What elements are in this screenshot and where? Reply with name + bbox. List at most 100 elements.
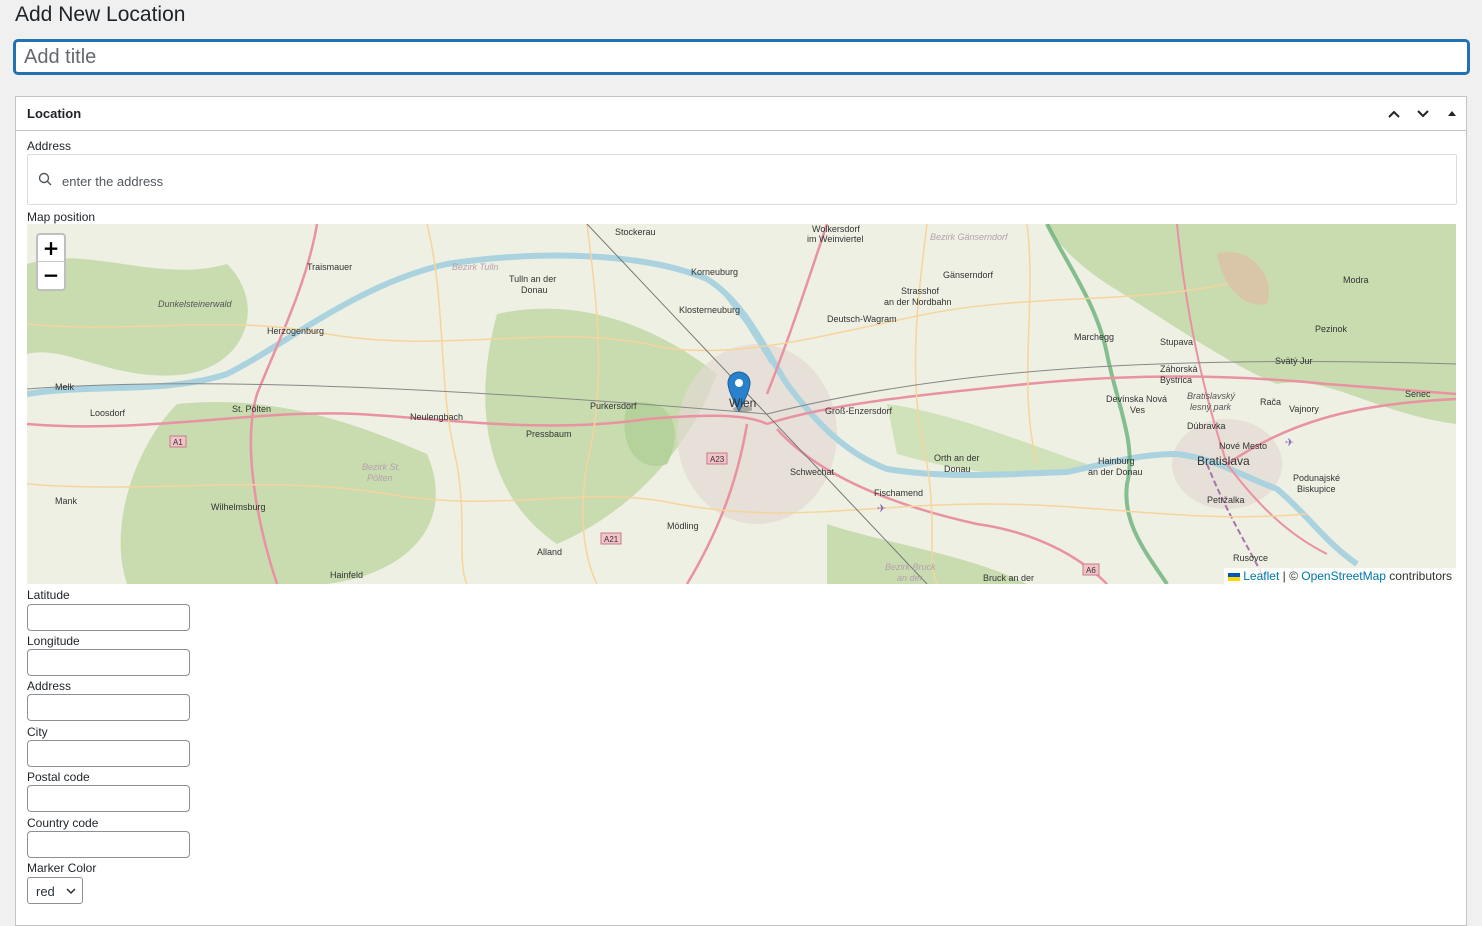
svg-text:St. Pölten: St. Pölten <box>232 404 271 414</box>
svg-text:Fischamend: Fischamend <box>874 488 923 498</box>
attribution-separator: | © <box>1279 569 1302 583</box>
city-input[interactable] <box>27 740 190 767</box>
postal-code-input[interactable] <box>27 785 190 812</box>
map-position-label: Map position <box>27 210 96 224</box>
svg-text:Stupava: Stupava <box>1160 337 1193 347</box>
svg-text:Alland: Alland <box>537 547 562 557</box>
svg-text:Bratislavský: Bratislavský <box>1187 391 1236 401</box>
svg-text:Dúbravka: Dúbravka <box>1187 421 1226 431</box>
svg-text:Petržalka: Petržalka <box>1207 495 1245 505</box>
svg-text:Gänserndorf: Gänserndorf <box>943 270 994 280</box>
map[interactable]: Stockerau Wolkersdorf im Weinviertel Bez… <box>27 224 1456 584</box>
svg-text:Bezirk Gänserndorf: Bezirk Gänserndorf <box>930 232 1009 242</box>
toggle-panel-icon[interactable] <box>1440 103 1464 125</box>
attribution-suffix: contributors <box>1385 569 1452 583</box>
svg-text:Hainburg: Hainburg <box>1098 456 1135 466</box>
svg-text:Strasshof: Strasshof <box>901 286 940 296</box>
svg-text:Záhorská: Záhorská <box>1160 364 1198 374</box>
svg-text:Podunajské: Podunajské <box>1293 473 1340 483</box>
postal-code-label: Postal code <box>27 770 90 784</box>
svg-text:A6: A6 <box>1086 566 1096 575</box>
longitude-input[interactable] <box>27 649 190 676</box>
metabox-title: Location <box>27 106 82 121</box>
svg-text:Hainfeld: Hainfeld <box>330 570 363 580</box>
ukraine-flag-icon <box>1228 572 1241 581</box>
longitude-label: Longitude <box>27 634 80 648</box>
svg-text:Donau: Donau <box>944 464 971 474</box>
svg-text:✈: ✈ <box>877 503 886 515</box>
svg-text:im Weinviertel: im Weinviertel <box>807 234 863 244</box>
leaflet-link[interactable]: Leaflet <box>1243 569 1279 583</box>
marker-city-label: Wien <box>729 396 757 410</box>
svg-text:Melk: Melk <box>55 382 75 392</box>
svg-text:Ves: Ves <box>1130 405 1146 415</box>
svg-text:an der: an der <box>897 573 924 583</box>
address-search-box[interactable] <box>27 154 1457 205</box>
openstreetmap-link[interactable]: OpenStreetMap <box>1301 569 1386 583</box>
svg-text:Pezinok: Pezinok <box>1315 324 1348 334</box>
marker-color-value: red <box>36 884 55 899</box>
svg-text:Wolkersdorf: Wolkersdorf <box>812 224 860 234</box>
svg-text:Bezirk Tulln: Bezirk Tulln <box>452 262 498 272</box>
page-title: Add New Location <box>15 3 186 26</box>
svg-text:Klosterneuburg: Klosterneuburg <box>679 305 740 315</box>
svg-text:Mank: Mank <box>55 496 78 506</box>
svg-text:Biskupice: Biskupice <box>1297 484 1336 494</box>
latitude-label: Latitude <box>27 588 70 602</box>
country-code-input[interactable] <box>27 831 190 858</box>
svg-text:Pölten: Pölten <box>367 473 393 483</box>
svg-text:Korneuburg: Korneuburg <box>691 267 738 277</box>
svg-text:Vajnory: Vajnory <box>1289 404 1319 414</box>
svg-text:Purkersdorf: Purkersdorf <box>590 401 637 411</box>
svg-text:an der Donau: an der Donau <box>1088 467 1143 477</box>
svg-text:Bezirk Bruck: Bezirk Bruck <box>885 562 936 572</box>
svg-text:Devínska Nová: Devínska Nová <box>1106 394 1167 404</box>
address-label: Address <box>27 679 72 693</box>
move-up-icon[interactable] <box>1382 103 1406 125</box>
svg-text:A23: A23 <box>710 455 725 464</box>
svg-text:Tulln an der: Tulln an der <box>509 274 556 284</box>
svg-text:Bruck an der: Bruck an der <box>983 573 1034 583</box>
zoom-in-button[interactable]: + <box>38 235 64 262</box>
svg-text:Rača: Rača <box>1260 397 1281 407</box>
svg-text:Nové Mesto: Nové Mesto <box>1219 441 1267 451</box>
svg-text:Rusovce: Rusovce <box>1233 553 1268 563</box>
svg-text:Orth an der: Orth an der <box>934 453 980 463</box>
svg-text:A21: A21 <box>604 535 619 544</box>
map-attribution: Leaflet | © OpenStreetMap contributors <box>1224 568 1456 584</box>
svg-text:Schwechat: Schwechat <box>790 467 835 477</box>
svg-text:Donau: Donau <box>521 285 548 295</box>
move-down-icon[interactable] <box>1411 103 1435 125</box>
svg-text:Senec: Senec <box>1405 389 1431 399</box>
svg-text:Loosdorf: Loosdorf <box>90 408 126 418</box>
address-input[interactable] <box>27 694 190 721</box>
svg-text:Modra: Modra <box>1343 275 1369 285</box>
address-search-input[interactable] <box>60 169 1444 193</box>
svg-text:A1: A1 <box>173 438 183 447</box>
marker-color-select[interactable]: red <box>27 877 83 904</box>
chevron-down-icon <box>66 888 76 895</box>
svg-text:an der Nordbahn: an der Nordbahn <box>884 297 952 307</box>
svg-text:Bratislava: Bratislava <box>1197 454 1250 468</box>
svg-text:Pressbaum: Pressbaum <box>526 429 572 439</box>
address-search-label: Address <box>27 139 72 153</box>
svg-text:Marchegg: Marchegg <box>1074 332 1114 342</box>
country-code-label: Country code <box>27 816 99 830</box>
title-input[interactable] <box>14 40 1469 74</box>
svg-text:Dunkelsteinerwald: Dunkelsteinerwald <box>158 299 233 309</box>
city-label: City <box>27 725 48 739</box>
zoom-control: + − <box>36 233 66 291</box>
svg-text:Mödling: Mödling <box>667 521 699 531</box>
svg-text:✈: ✈ <box>1285 437 1294 449</box>
svg-text:Neulengbach: Neulengbach <box>410 412 463 422</box>
svg-text:Groß-Enzersdorf: Groß-Enzersdorf <box>825 406 893 416</box>
svg-text:Deutsch-Wagram: Deutsch-Wagram <box>827 314 897 324</box>
svg-text:Bezirk St.: Bezirk St. <box>362 462 401 472</box>
svg-text:Herzogenburg: Herzogenburg <box>267 326 324 336</box>
zoom-out-button[interactable]: − <box>38 262 64 288</box>
location-metabox: Location Address Map position <box>15 96 1467 926</box>
metabox-header: Location <box>16 97 1466 131</box>
latitude-input[interactable] <box>27 604 190 631</box>
svg-text:Svätý Jur: Svätý Jur <box>1275 356 1313 366</box>
svg-text:lesný park: lesný park <box>1190 402 1232 412</box>
